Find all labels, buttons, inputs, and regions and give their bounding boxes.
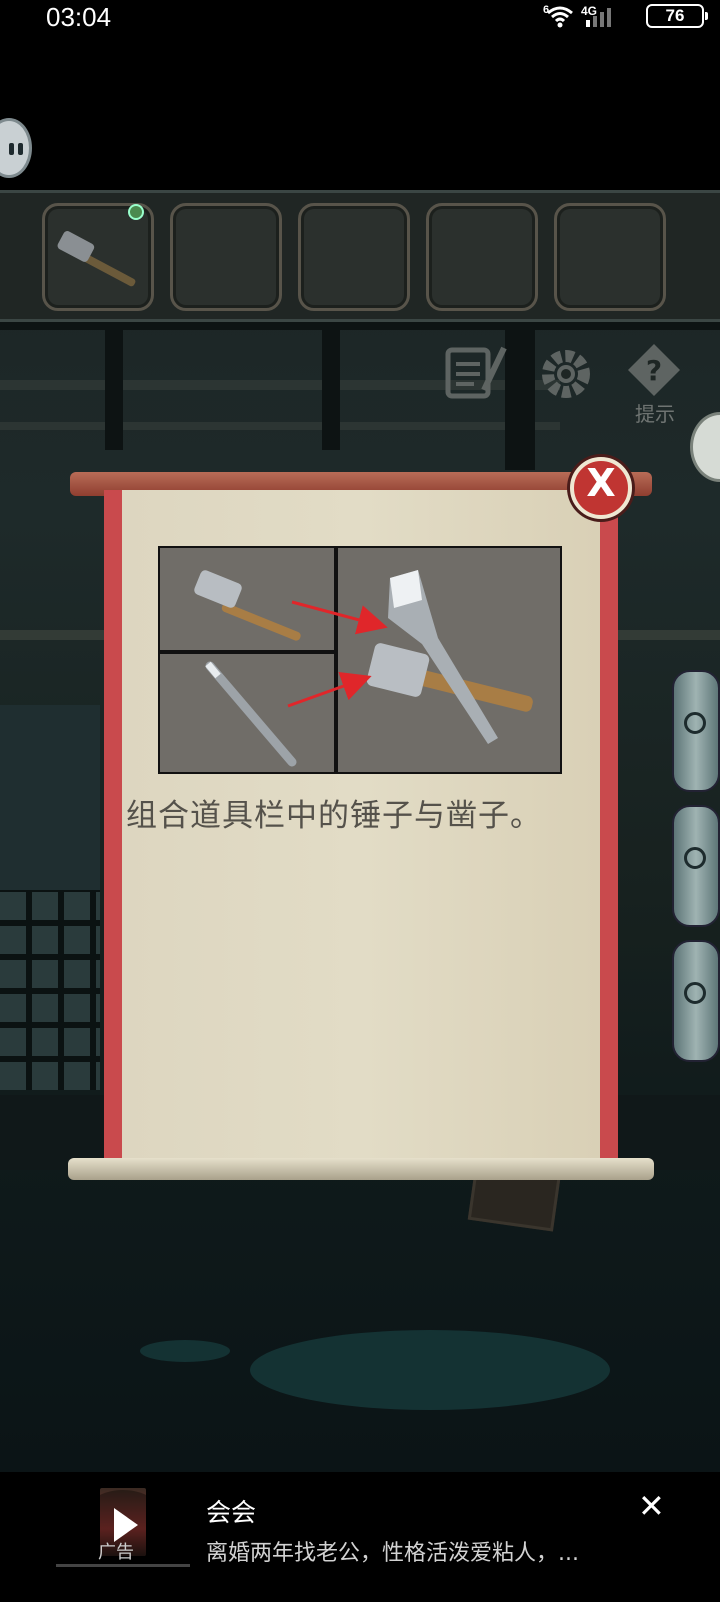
inventory-bar (0, 190, 720, 322)
ad-description[interactable]: 离婚两年找老公，性格活泼爱粘人，... (206, 1535, 579, 1567)
lattice-window (0, 890, 100, 1090)
status-bar: 03:04 6 4G 76 (0, 0, 720, 36)
lantern[interactable] (672, 805, 720, 927)
pillar (322, 320, 340, 450)
window (0, 705, 100, 895)
sim-indicator: 6 (543, 4, 550, 16)
hint-label[interactable]: 提示 (635, 398, 675, 427)
lantern[interactable] (672, 940, 720, 1062)
puddle (250, 1330, 610, 1410)
ad-tag: 广告 (98, 1542, 134, 1563)
pillar (105, 320, 123, 450)
battery-indicator: 76 (646, 4, 708, 28)
signal-icon (586, 8, 611, 27)
pause-button[interactable] (0, 118, 32, 178)
svg-text:?: ? (646, 354, 662, 387)
scroll-bottom-rod (68, 1158, 654, 1180)
ad-divider (56, 1564, 190, 1567)
hammer-icon (57, 231, 136, 287)
ad-title[interactable]: 会会 (206, 1493, 256, 1529)
hint-text: 组合道具栏中的锤子与凿子。 (126, 798, 542, 834)
railing (0, 422, 560, 430)
inventory-slot[interactable] (170, 203, 282, 311)
inventory-slot[interactable] (426, 203, 538, 311)
ad-close-button[interactable]: ✕ (638, 1487, 665, 1525)
inventory-slot[interactable] (554, 203, 666, 311)
puddle (140, 1340, 230, 1362)
wifi-icon (547, 6, 573, 28)
gear-icon[interactable] (536, 344, 596, 404)
close-button[interactable]: X (570, 457, 632, 519)
arrow-icons (287, 600, 388, 708)
item-indicator-icon (128, 204, 144, 220)
clock: 03:04 (46, 2, 112, 32)
notes-icon[interactable] (440, 340, 510, 404)
hint-icon[interactable]: ? (624, 340, 684, 400)
lantern[interactable] (672, 670, 720, 792)
inventory-slot[interactable] (298, 203, 410, 311)
hint-illustration (158, 546, 562, 774)
